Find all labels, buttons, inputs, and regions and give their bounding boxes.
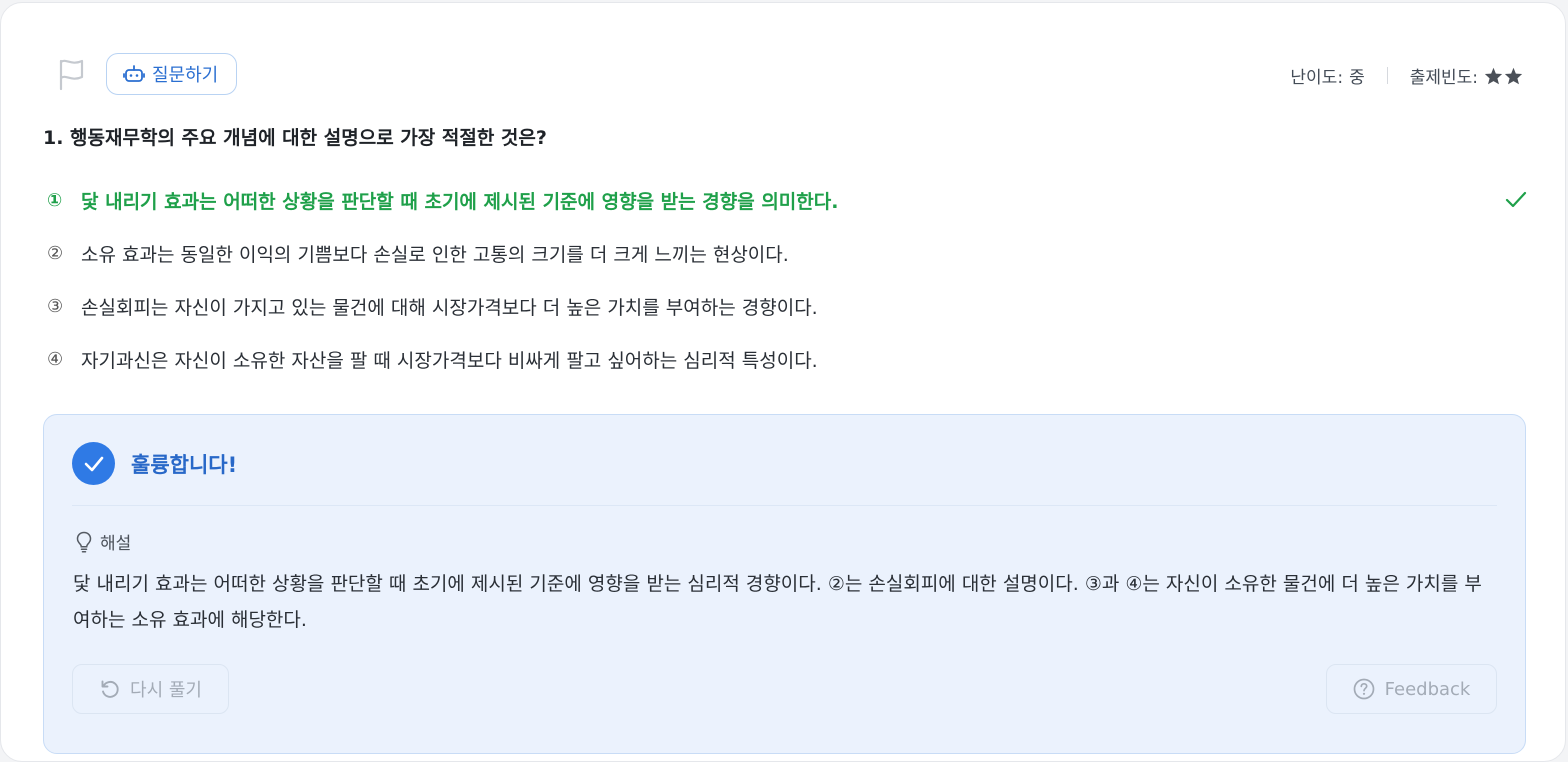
robot-icon [123, 65, 145, 82]
difficulty-label: 난이도: [1290, 68, 1344, 88]
refresh-icon [101, 680, 119, 698]
option-number: ② [47, 242, 64, 264]
result-panel: 훌륭합니다! 해설 닻 내리기 효과는 어떠한 상황을 판단할 때 초기에 제시… [43, 414, 1526, 754]
option-1[interactable]: ① 닻 내리기 효과는 어떠한 상황을 판단할 때 초기에 제시된 기준에 영향… [47, 180, 1527, 220]
result-divider [72, 505, 1497, 506]
explanation-text: 닻 내리기 효과는 어떠한 상황을 판단할 때 초기에 제시된 기준에 영향을 … [73, 573, 1482, 631]
option-number: ③ [47, 295, 64, 317]
meta-divider [1386, 67, 1388, 84]
result-header: 훌륭합니다! [72, 442, 237, 485]
retry-label: 다시 풀기 [130, 680, 202, 701]
option-text: 소유 효과는 동일한 이익의 기쁨보다 손실로 인한 고통의 크기를 더 크게 … [81, 243, 789, 266]
question-text: 1. 행동재무학의 주요 개념에 대한 설명으로 가장 적절한 것은? [43, 127, 547, 149]
correct-check-icon [1505, 191, 1527, 208]
star-icon [1484, 67, 1503, 84]
explanation-heading: 해설 [76, 529, 131, 554]
option-text: 손실회피는 자신이 가지고 있는 물건에 대해 시장가격보다 더 높은 가치를 … [81, 296, 818, 319]
ask-question-button[interactable]: 질문하기 [106, 53, 238, 95]
explanation-label: 해설 [100, 534, 132, 554]
ask-question-label: 질문하기 [152, 65, 219, 86]
result-title: 훌륭합니다! [131, 452, 238, 477]
option-text: 자기과신은 자신이 소유한 자산을 팔 때 시장가격보다 비싸게 팔고 싶어하는… [81, 349, 818, 372]
retry-button[interactable]: 다시 풀기 [72, 664, 229, 714]
question-toolbar: 질문하기 [53, 53, 238, 95]
feedback-button[interactable]: Feedback [1326, 664, 1497, 714]
option-text: 닻 내리기 효과는 어떠한 상황을 판단할 때 초기에 제시된 기준에 영향을 … [81, 190, 839, 213]
option-4[interactable]: ④ 자기과신은 자신이 소유한 자산을 팔 때 시장가격보다 비싸게 팔고 싶어… [47, 339, 1527, 379]
option-number: ① [47, 189, 63, 211]
feedback-label: Feedback [1384, 678, 1471, 700]
success-check-icon [72, 442, 115, 485]
flag-button[interactable] [53, 54, 89, 94]
frequency-label: 출제빈도: [1409, 68, 1478, 88]
difficulty-value: 중 [1349, 68, 1365, 88]
option-2[interactable]: ② 소유 효과는 동일한 이익의 기쁨보다 손실로 인한 고통의 크기를 더 크… [47, 233, 1527, 273]
help-circle-icon [1353, 678, 1374, 700]
flag-icon [59, 59, 84, 91]
frequency-stars [1484, 67, 1523, 85]
lightbulb-icon [76, 531, 92, 553]
option-3[interactable]: ③ 손실회피는 자신이 가지고 있는 물건에 대해 시장가격보다 더 높은 가치… [47, 286, 1527, 326]
star-icon [1504, 67, 1523, 84]
question-meta: 난이도: 중 출제빈도: [1290, 63, 1523, 88]
question-card: 질문하기 난이도: 중 출제빈도: 1. 행동재무학의 주요 개념에 대한 설명… [0, 2, 1566, 762]
option-number: ④ [47, 348, 64, 370]
